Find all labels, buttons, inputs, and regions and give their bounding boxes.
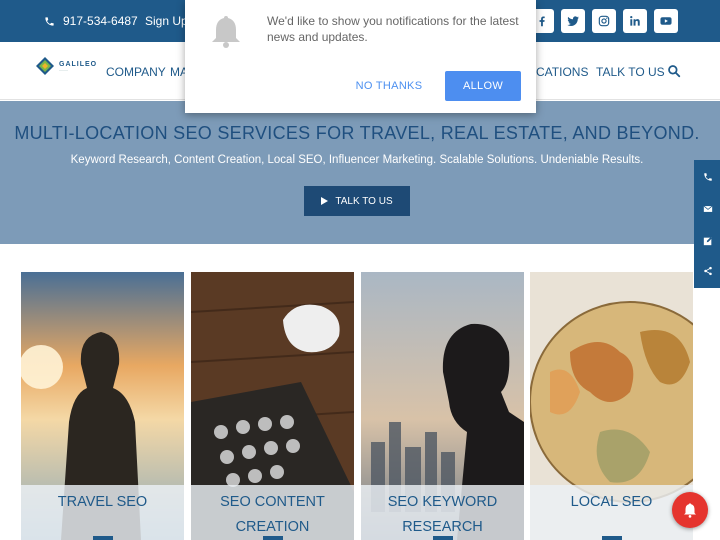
logo-mark-icon [36, 57, 54, 75]
youtube-icon[interactable] [654, 9, 678, 33]
signup-link[interactable]: Sign Up [145, 14, 188, 28]
phone-number: 917-534-6487 [63, 14, 138, 28]
notification-message: We'd like to show you notifications for … [267, 14, 519, 44]
site-logo[interactable]: GALILEO ——— [35, 56, 97, 76]
linkedin-icon[interactable] [623, 9, 647, 33]
phone-icon[interactable] [703, 172, 713, 182]
card-seo-content-creation[interactable]: SEO CONTENT CREATION [191, 272, 354, 540]
card-caption: LOCAL SEO [530, 485, 693, 540]
hero-title: MULTI-LOCATION SEO SERVICES FOR TRAVEL, … [14, 123, 700, 143]
twitter-icon[interactable] [561, 9, 585, 33]
hero-section: MULTI-LOCATION SEO SERVICES FOR TRAVEL, … [0, 101, 720, 244]
phone-icon [45, 16, 54, 26]
card-local-seo[interactable]: LOCAL SEO [530, 272, 693, 540]
no-thanks-button[interactable]: NO THANKS [345, 76, 433, 96]
card-caption: SEO KEYWORD RESEARCH [361, 485, 524, 540]
card-accent-bar [433, 536, 453, 540]
nav-talk-to-us[interactable]: TALK TO US [596, 65, 665, 79]
card-accent-bar [93, 536, 113, 540]
share-icon[interactable] [703, 266, 713, 276]
bell-icon [212, 16, 240, 48]
card-accent-bar [602, 536, 622, 540]
logo-subline: ——— [59, 67, 68, 72]
card-caption: SEO CONTENT CREATION [191, 485, 354, 540]
logo-text: GALILEO [59, 60, 98, 68]
card-seo-keyword-research[interactable]: SEO KEYWORD RESEARCH [361, 272, 524, 540]
edit-icon[interactable] [703, 236, 713, 246]
social-links [530, 9, 678, 33]
card-accent-bar [263, 536, 283, 540]
allow-button[interactable]: ALLOW [445, 71, 521, 101]
nav-company[interactable]: COMPANY [106, 65, 166, 79]
envelope-icon[interactable] [703, 204, 713, 214]
card-caption: TRAVEL SEO [21, 485, 184, 540]
nav-partial-right[interactable]: CATIONS [536, 65, 588, 79]
logo-wordmark: GALILEO ——— [59, 61, 97, 72]
side-contact-tabs [694, 160, 720, 288]
talk-to-us-label: TALK TO US [335, 195, 393, 207]
hero-subtitle: Keyword Research, Content Creation, Loca… [70, 154, 644, 166]
notification-permission-dialog: We'd like to show you notifications for … [185, 0, 536, 113]
talk-to-us-button[interactable]: TALK TO US [304, 186, 410, 216]
notification-bell-bubble[interactable] [672, 492, 708, 528]
bell-icon [684, 503, 696, 518]
search-icon[interactable] [667, 64, 681, 78]
instagram-icon[interactable] [592, 9, 616, 33]
play-icon [321, 197, 329, 205]
card-travel-seo[interactable]: TRAVEL SEO [21, 272, 184, 540]
phone-link[interactable]: 917-534-6487 [44, 14, 138, 28]
